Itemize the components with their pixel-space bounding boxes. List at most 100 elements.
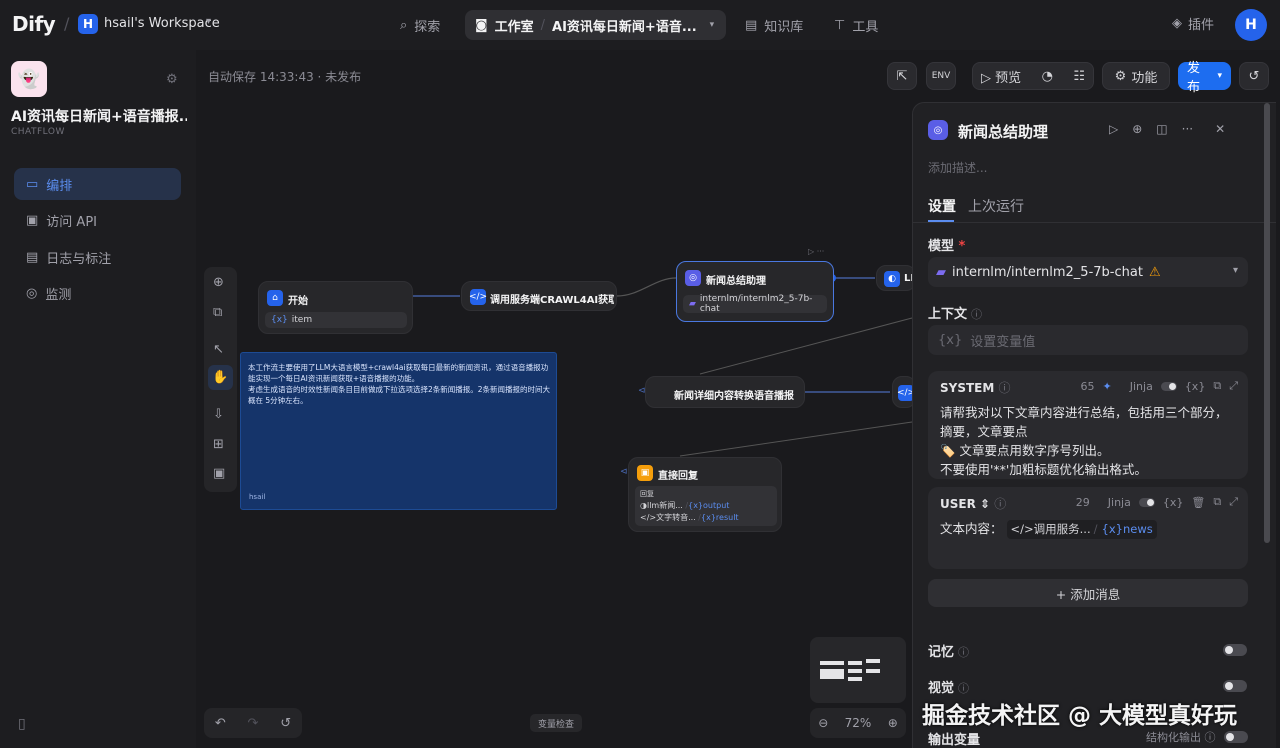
workspace-avatar[interactable]: H (78, 14, 98, 34)
history-icon[interactable]: ↺ (280, 716, 291, 731)
node-start[interactable]: ⌂ 开始 {x} item (258, 281, 413, 334)
node-direct-reply[interactable]: ▣ 直接回复 回复 ◑llm新闻... /{x}output </>文字转音..… (628, 457, 782, 532)
node-llm-summary[interactable]: ◎ 新闻总结助理 ▰ internlm/internlm2_5-7b-chat (676, 261, 834, 322)
pointer-icon[interactable]: ↖ (213, 342, 224, 357)
undo-icon[interactable]: ↶ (215, 716, 226, 731)
breadcrumb-separator: / (64, 14, 70, 33)
expand-icon[interactable]: ⤢ (1229, 379, 1238, 393)
zoom-out-icon[interactable]: ⊖ (818, 716, 828, 730)
add-message-button[interactable]: + 添加消息 (928, 579, 1248, 607)
top-bar: Dify / H hsail's Workspace ▾ ⌕ 探索 ◙ 工作室 … (0, 0, 1280, 50)
variable-check-button[interactable]: 变量检查 (530, 714, 583, 732)
node-tts[interactable]: 新闻详细内容转换语音播报 (645, 376, 805, 408)
variable-icon[interactable]: {x} (1185, 380, 1206, 393)
nav-studio[interactable]: ◙ 工作室 / AI资讯每日新闻+语音... ▾ (465, 10, 726, 40)
monitor-icon: ◎ (26, 285, 38, 301)
reply-ref-tts: </>文字转音... /{x}result (640, 513, 739, 522)
structured-output-toggle[interactable] (1224, 731, 1248, 743)
preview-group: ▷ 预览 ◔ ☷ (972, 62, 1094, 90)
add-note-icon[interactable]: ⧉ (213, 305, 222, 320)
plugins-button[interactable]: ◈ 插件 (1172, 14, 1214, 33)
share-icon[interactable]: ⇱ (887, 62, 917, 90)
panel-title[interactable]: 新闻总结助理 (958, 121, 1048, 142)
start-variable: {x} item (265, 312, 407, 328)
publish-button[interactable]: 发布 ▾ (1178, 61, 1231, 95)
node-llm-next[interactable]: ◐ LL (876, 265, 917, 291)
system-prompt-text[interactable]: 请帮我对以下文章内容进行总结，包括用三个部分，摘要，文章要点 🏷️ 文章要点用数… (940, 403, 1236, 479)
workspace-name[interactable]: hsail's Workspace (104, 16, 220, 31)
tab-divider (913, 222, 1276, 223)
organize-icon[interactable]: ⊞ (213, 437, 224, 452)
llm-icon: ◎ (928, 120, 948, 140)
user-prompt-box[interactable]: USER ⇕ ⓘ 29 Jinja {x} 🗑 ⧉ ⤢ 文本内容： </> 调用服… (928, 487, 1248, 569)
user-avatar[interactable]: H (1235, 9, 1267, 41)
help-icon[interactable]: ⊕ (1132, 122, 1142, 136)
nav-knowledge[interactable]: ▤ 知识库 (735, 10, 813, 40)
expand-icon[interactable]: ⤢ (1229, 495, 1238, 509)
nav-explore[interactable]: ⌕ 探索 (390, 10, 450, 40)
sidebar-item-api[interactable]: ▣ 访问 API (14, 204, 181, 236)
model-selector[interactable]: ▰ internlm/internlm2_5-7b-chat ⚠ ▾ (928, 257, 1248, 287)
variable-reference[interactable]: </> 调用服务... / {x} news (1006, 520, 1157, 539)
more-icon[interactable]: ··· (1182, 122, 1193, 136)
node-run-icon[interactable]: ▷ ··· (808, 247, 824, 256)
sidebar-toggle-icon[interactable]: ▯ (18, 716, 26, 732)
user-prompt-text[interactable]: 文本内容： </> 调用服务... / {x} news (940, 519, 1236, 539)
user-role[interactable]: USER ⇕ ⓘ (940, 495, 1006, 512)
chevron-down-icon[interactable]: ▾ (206, 16, 211, 27)
node-crawl4ai[interactable]: </> 调用服务端CRAWL4AI获取每日 (461, 281, 617, 311)
dify-logo[interactable]: Dify (12, 12, 56, 36)
current-app-name[interactable]: AI资讯每日新闻+语音... (552, 16, 697, 35)
panel-scrollbar[interactable] (1264, 103, 1270, 543)
sidebar-item-monitor[interactable]: ◎ 监测 (14, 277, 181, 309)
llm-icon: ◎ (685, 270, 701, 286)
tab-settings[interactable]: 设置 (928, 196, 956, 216)
layout-icon[interactable]: ◫ (1156, 122, 1167, 136)
version-history-icon[interactable]: ↺ (1239, 62, 1269, 90)
jinja-toggle[interactable] (1138, 497, 1155, 507)
chevron-down-icon: ▾ (1217, 71, 1222, 81)
sidebar-item-logs[interactable]: ▤ 日志与标注 (14, 241, 181, 273)
run-icon[interactable]: ▷ (1109, 122, 1118, 136)
env-icon[interactable]: ENV (926, 62, 956, 90)
checklist-icon[interactable]: ☷ (1073, 69, 1085, 84)
vision-toggle[interactable] (1223, 680, 1247, 692)
zoom-in-icon[interactable]: ⊕ (888, 716, 898, 730)
trash-icon[interactable]: 🗑 (1191, 496, 1205, 509)
variable-icon[interactable]: {x} (1163, 496, 1184, 509)
close-icon[interactable]: ✕ (1215, 122, 1225, 136)
app-icon[interactable]: 👻 (11, 61, 47, 97)
context-label: 上下文 ⓘ (928, 307, 983, 322)
note-text: 本工作流主要使用了LLM大语言模型+crawl4ai获取每日最新的新闻资讯，通过… (248, 363, 551, 405)
description-input[interactable]: 添加描述... (928, 159, 987, 176)
settings-icon[interactable]: ⚙ (166, 72, 178, 87)
output-vars-label[interactable]: 输出变量 (928, 729, 980, 748)
tab-last-run[interactable]: 上次运行 (968, 196, 1024, 216)
llm-icon: ◐ (884, 271, 900, 287)
sidebar-item-orchestrate[interactable]: ▭ 编排 (14, 168, 181, 200)
sparkle-icon[interactable]: ✦ (1103, 380, 1112, 393)
workflow-note[interactable]: 本工作流主要使用了LLM大语言模型+crawl4ai获取每日最新的新闻资讯，通过… (240, 352, 557, 510)
jinja-toggle[interactable] (1160, 381, 1177, 391)
reply-icon: ▣ (637, 465, 653, 481)
context-variable-input[interactable]: {x} 设置变量值 (928, 325, 1248, 355)
zoom-level[interactable]: 72% (845, 716, 872, 730)
hand-icon[interactable]: ✋ (208, 365, 233, 390)
copy-icon[interactable]: ⧉ (1213, 379, 1221, 393)
copy-icon[interactable]: ⧉ (1213, 495, 1221, 509)
redo-icon[interactable]: ↷ (248, 716, 259, 731)
add-node-icon[interactable]: ⊕ (213, 275, 224, 290)
edge-handle[interactable]: ⊲ (638, 386, 646, 396)
export-icon[interactable]: ⇩ (213, 407, 224, 422)
chevron-down-icon[interactable]: ▾ (710, 20, 715, 30)
minimap[interactable] (810, 637, 906, 703)
edge-handle[interactable]: ⊲ (620, 467, 628, 477)
model-label: 模型 * (928, 239, 966, 254)
history-run-icon[interactable]: ◔ (1042, 69, 1053, 84)
minimap-toggle-icon[interactable]: ▣ (213, 466, 225, 481)
memory-toggle[interactable] (1223, 644, 1247, 656)
features-button[interactable]: ⚙ 功能 (1102, 62, 1170, 90)
system-prompt-box[interactable]: SYSTEM ⓘ 65 ✦ Jinja {x} ⧉ ⤢ 请帮我对以下文章内容进行… (928, 371, 1248, 479)
preview-button[interactable]: ▷ 预览 (981, 67, 1021, 86)
nav-tools[interactable]: ⊤ 工具 (824, 10, 888, 40)
